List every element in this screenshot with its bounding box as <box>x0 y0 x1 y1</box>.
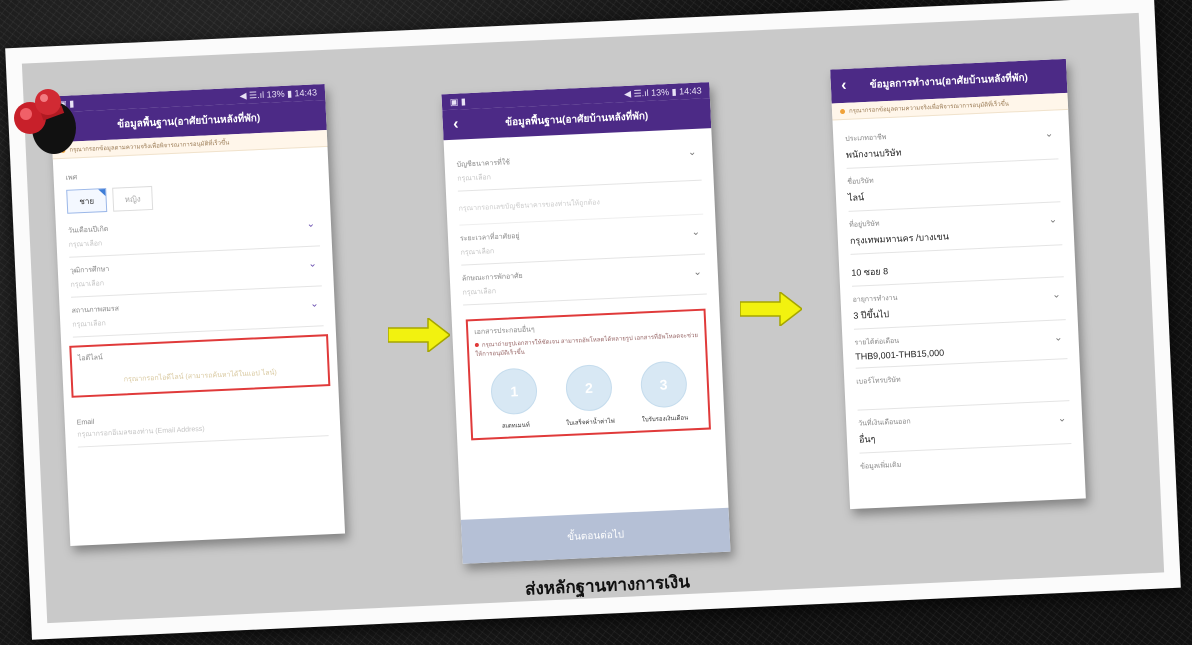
status-right: ◀ ☰.ıl 13% ▮ 14:43 <box>239 86 318 101</box>
phone-screen-documents: ▣ ▮ ◀ ☰.ıl 13% ▮ 14:43 ‹ ข้อมูลพื้นฐาน(อ… <box>441 82 731 564</box>
gender-male-option[interactable]: ชาย <box>66 188 108 214</box>
arrow-right-icon <box>740 292 802 326</box>
upload-salary-label: ใบรับรองเงินเดือน <box>641 415 689 424</box>
status-right: ◀ ☰.ıl 13% ▮ 14:43 <box>623 85 702 99</box>
upload-placeholder-icon: 2 <box>564 363 613 412</box>
address-detail-value: 10 ซอย 8 <box>851 266 889 278</box>
back-arrow-icon[interactable]: ‹ <box>831 76 858 95</box>
upload-utility-bill[interactable]: 2 ใบเสร็จค่าน้ำค่าไฟ <box>557 363 622 429</box>
phone-screen-work-info: ‹ ข้อมูลการทำงาน(อาศัยบ้านหลังที่พัก) กร… <box>830 58 1086 510</box>
chevron-down-icon: ⌄ <box>1053 332 1063 344</box>
back-arrow-icon[interactable]: ‹ <box>442 115 469 134</box>
documents-section-highlight: เอกสารประกอบอื่นๆ กรุณาถ่ายรูปเอกสารให้ช… <box>465 308 711 441</box>
page-title: ข้อมูลพื้นฐาน(อาศัยบ้านหลังที่พัก) <box>505 110 649 128</box>
email-field[interactable]: Email กรุณากรอกอีเมลของท่าน (Email Addre… <box>76 400 329 448</box>
additional-info-label: ข้อมูลเพิ่มเติม <box>860 461 902 471</box>
page-title: ข้อมูลพื้นฐาน(อาศัยบ้านหลังที่พัก) <box>116 112 261 130</box>
line-id-field-highlight[interactable]: ไอดีไลน์ กรุณากรอกไอดีไลน์ (สามารถค้นหาไ… <box>69 334 331 398</box>
gender-female-option[interactable]: หญิง <box>112 185 154 212</box>
line-id-input[interactable]: กรุณากรอกไอดีไลน์ (สามารถค้นหาได้ในแอป ไ… <box>79 365 322 387</box>
info-dot-icon <box>474 342 479 348</box>
status-left: ▣ ▮ <box>449 95 466 107</box>
upload-statement[interactable]: 1 สเตทเมนท์ <box>482 367 547 432</box>
chevron-down-icon: ⌄ <box>306 218 316 230</box>
company-phone-label: เบอร์โทรบริษัท <box>856 376 901 386</box>
documents-note-text: กรุณาถ่ายรูปเอกสารให้ชัดเจน สามารถอัพโหล… <box>475 332 699 359</box>
chevron-down-icon: ⌄ <box>309 298 319 310</box>
pushpin-icon <box>14 89 76 154</box>
chevron-down-icon: ⌄ <box>308 258 318 270</box>
upload-placeholder-icon: 3 <box>639 360 688 409</box>
warning-dot-icon <box>839 108 846 115</box>
chevron-down-icon: ⌄ <box>1057 413 1067 425</box>
line-id-label: ไอดีไลน์ <box>77 354 103 363</box>
chevron-down-icon: ⌄ <box>691 226 701 239</box>
chevron-down-icon: ⌄ <box>687 146 697 159</box>
chevron-down-icon: ⌄ <box>1044 128 1054 140</box>
upload-utility-label: ใบเสร็จค่าน้ำค่าไฟ <box>566 418 615 427</box>
arrow-right-icon <box>388 318 450 352</box>
phone-screen-basic-info: ▣ ▮ ◀ ☰.ıl 13% ▮ 14:43 ‹ ข้อมูลพื้นฐาน(อ… <box>49 83 346 547</box>
upload-salary-cert[interactable]: 3 ใบรับรองเงินเดือน <box>632 360 697 425</box>
upload-placeholder-icon: 1 <box>490 367 539 416</box>
chevron-down-icon: ⌄ <box>1051 289 1061 301</box>
upload-statement-label: สเตทเมนท์ <box>501 422 530 430</box>
page-title: ข้อมูลการทำงาน(อาศัยบ้านหลังที่พัก) <box>869 72 1029 91</box>
chevron-down-icon: ⌄ <box>1048 214 1058 226</box>
chevron-down-icon: ⌄ <box>693 266 703 279</box>
